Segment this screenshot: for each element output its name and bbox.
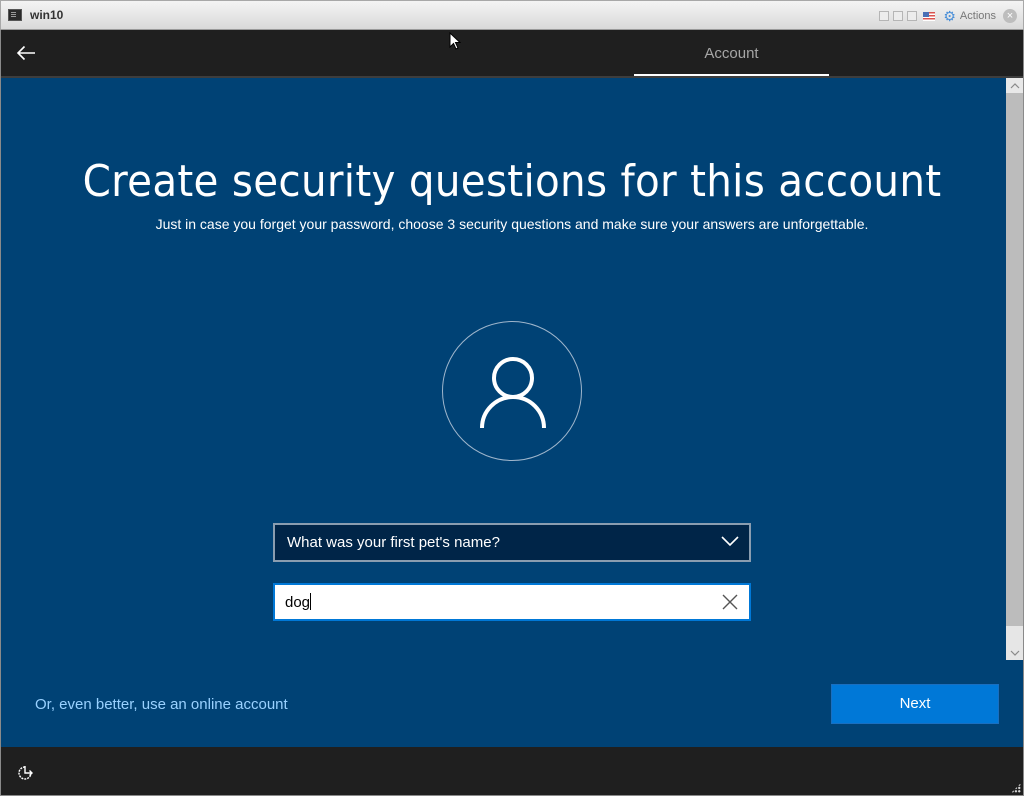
user-icon (480, 357, 546, 428)
mouse-cursor-icon (449, 32, 461, 50)
us-flag-icon[interactable] (923, 11, 936, 21)
chevron-down-icon (721, 536, 739, 547)
avatar (442, 321, 582, 461)
security-question-value: What was your first pet's name? (287, 534, 500, 551)
vertical-scrollbar[interactable] (1006, 78, 1023, 660)
ease-of-access-icon[interactable] (16, 764, 34, 782)
oobe-top-bar: Account (1, 30, 1023, 76)
scroll-down-button[interactable] (1006, 645, 1023, 660)
chevron-down-icon (1010, 650, 1019, 656)
vm-title-bar: win10 ⚙ Actions × (0, 0, 1024, 30)
terminal-icon (8, 9, 22, 21)
text-caret (310, 593, 312, 610)
security-answer-input[interactable]: dog (273, 583, 751, 621)
security-question-select[interactable]: What was your first pet's name? (273, 523, 751, 562)
online-account-link[interactable]: Or, even better, use an online account (35, 696, 288, 713)
tab-account[interactable]: Account (634, 30, 829, 76)
chevron-up-icon (1010, 82, 1019, 88)
window-restore-icon[interactable] (879, 11, 890, 21)
next-button[interactable]: Next (831, 684, 999, 724)
vm-title: win10 (30, 8, 64, 22)
page-subtitle: Just in case you forget your password, c… (155, 216, 869, 232)
arrow-left-icon (16, 45, 35, 61)
main-content: Create security questions for this accou… (1, 78, 1006, 747)
scroll-gutter (1006, 660, 1023, 747)
vm-controls: ⚙ Actions × (879, 1, 1017, 31)
gear-icon[interactable]: ⚙ (943, 8, 956, 25)
back-button[interactable] (11, 38, 41, 68)
resize-grip[interactable] (1011, 783, 1021, 793)
page-title: Create security questions for this accou… (82, 156, 942, 207)
window-minimize-icon[interactable] (893, 11, 904, 21)
oobe-bottom-bar (1, 747, 1023, 795)
actions-menu[interactable]: Actions (960, 10, 996, 22)
close-icon[interactable]: × (1003, 9, 1017, 23)
scroll-up-button[interactable] (1006, 78, 1023, 93)
close-icon[interactable] (721, 593, 739, 611)
security-answer-value: dog (285, 594, 311, 611)
scroll-track[interactable] (1006, 93, 1023, 643)
window-maximize-icon[interactable] (907, 11, 918, 21)
